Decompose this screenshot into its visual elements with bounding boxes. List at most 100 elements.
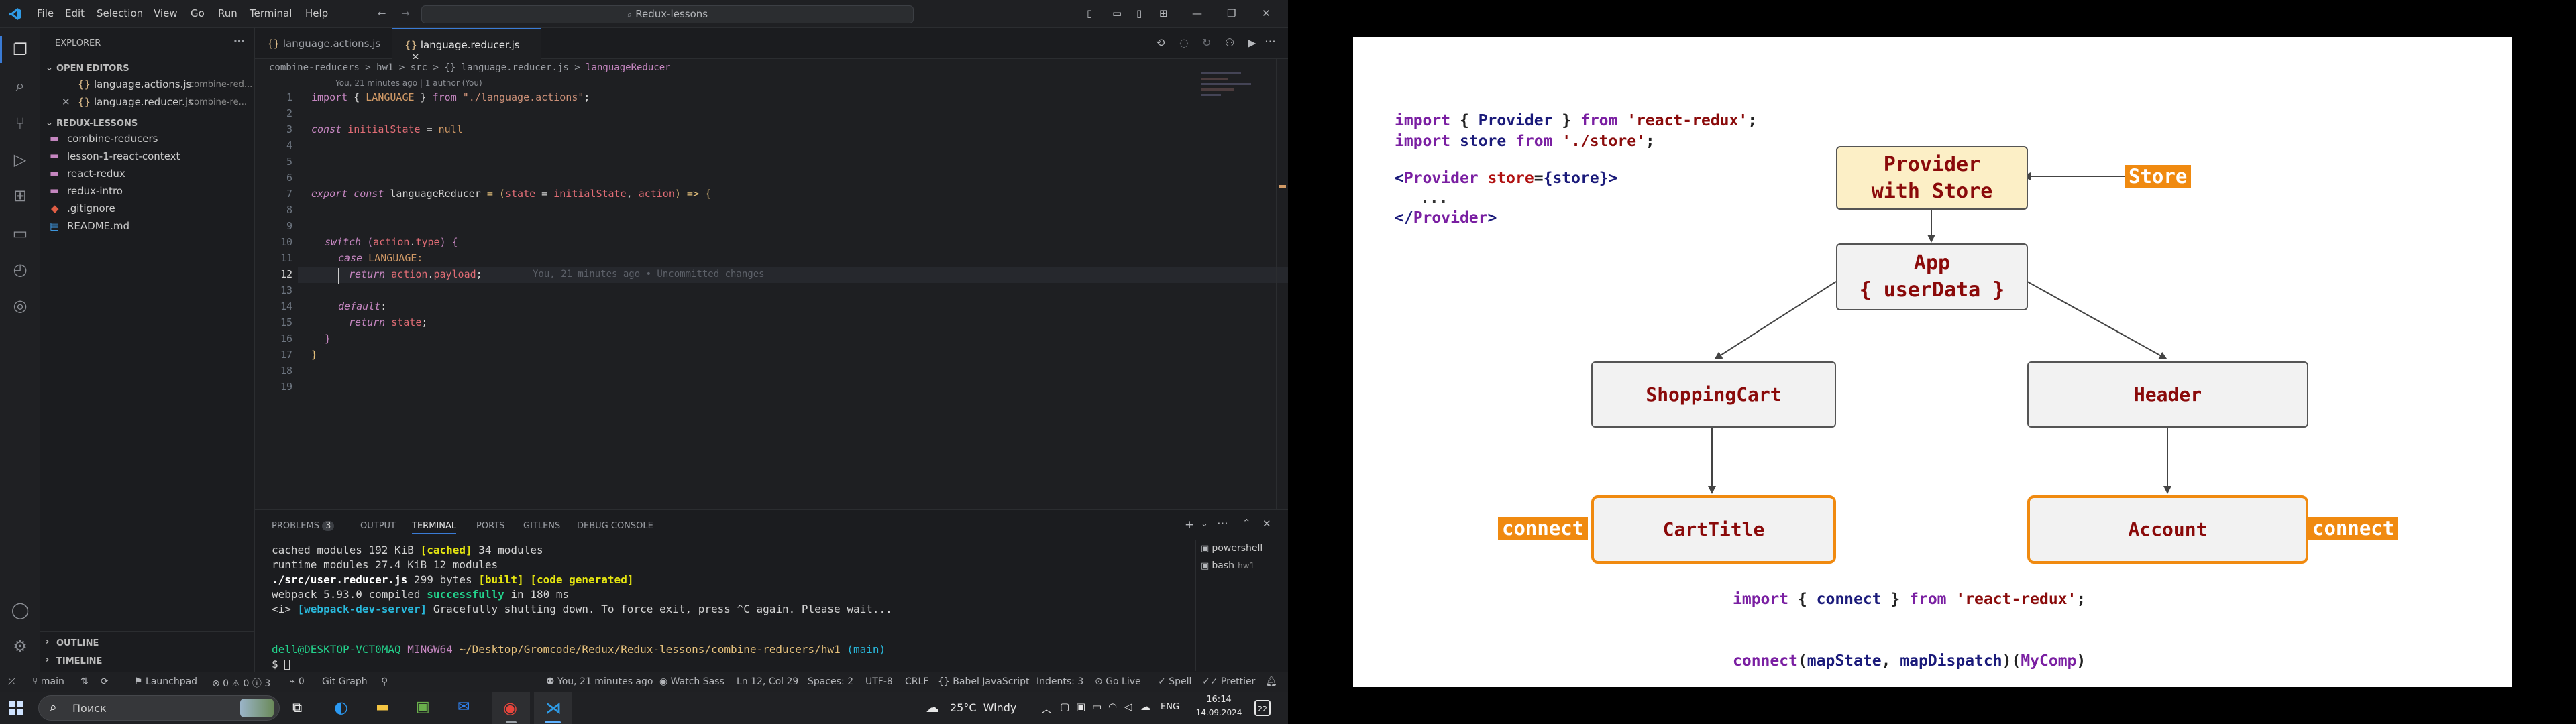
close-window-icon[interactable]: ✕ [1262,7,1271,19]
nav-back-icon[interactable]: ← [378,7,386,19]
explorer-icon[interactable]: ❐ [9,39,31,60]
sync-icon[interactable]: ⇅ [80,676,89,687]
tab-output[interactable]: OUTPUT [360,521,396,531]
store-icon[interactable]: ▣ [416,699,430,715]
weather-text[interactable]: 25°C Windy [950,701,1016,714]
settings-gear-icon[interactable]: ⚙ [9,636,31,657]
menu-help[interactable]: Help [305,7,328,19]
cloud-sync-icon[interactable]: ☁ [1140,701,1150,713]
sync-status-icon[interactable]: ⟳ [101,676,109,687]
command-search-box[interactable]: ⌕ Redux-lessons [421,5,914,23]
more-actions-icon[interactable]: ⋯ [233,35,245,48]
new-terminal-icon[interactable]: + [1185,518,1194,532]
customize-layout-icon[interactable]: ⊞ [1159,7,1168,19]
blame-indicator[interactable]: ⚉ You, 21 minutes ago [546,676,653,687]
toggle-panel-icon[interactable]: ▭ [1112,7,1122,19]
timeline-header[interactable]: TIMELINE [56,656,102,666]
tab-debug-console[interactable]: DEBUG CONSOLE [577,521,653,531]
problems-indicator[interactable]: ⊗ 0 ⚠ 0 ⓘ 3 [212,676,270,690]
source-control-icon[interactable]: ⑂ [9,113,31,134]
open-editors-header[interactable]: OPEN EDITORS [56,64,129,74]
watch-sass-button[interactable]: ◉ Watch Sass [659,676,724,687]
clock-time[interactable]: 16:14 [1197,695,1241,705]
menu-file[interactable]: File [37,7,54,19]
gitlens-compare-icon[interactable]: ⚇ [1225,36,1234,49]
remote-indicator-icon[interactable]: ⤫ [8,676,15,687]
volume-icon[interactable]: ◁ [1124,701,1132,713]
search-icon[interactable]: ⌕ [9,75,31,97]
vscode-taskbar-button[interactable]: ⋊ [534,692,572,724]
indentation-indicator[interactable]: Spaces: 2 [808,676,853,687]
toggle-sidebar-icon[interactable]: ▯ [1087,7,1092,19]
close-panel-icon[interactable]: ✕ [1263,518,1271,530]
tab-ports[interactable]: PORTS [476,521,504,531]
codelens-authors[interactable]: You, 21 minutes ago | 1 author (You) [335,78,482,88]
file-explorer-icon[interactable]: ▬ [376,699,390,715]
tree-file-item[interactable]: ◆ .gitignore [40,200,255,218]
taskbar-search-box[interactable]: ⌕ Поиск [38,695,280,721]
spell-check-button[interactable]: ✓ Spell [1158,676,1191,687]
close-icon[interactable]: ✕ [62,96,70,108]
tree-folder-item[interactable]: ▬ redux-intro [40,183,255,200]
branch-indicator[interactable]: ⑂ main [32,676,64,687]
eol-indicator[interactable]: CRLF [905,676,928,687]
menu-view[interactable]: View [154,7,178,19]
open-editor-item[interactable]: {} language.actions.js combine-red... [40,76,255,94]
tray-app-icon[interactable]: ▣ [1076,701,1085,713]
gitlens-blame-icon[interactable]: ⚲ [381,676,388,687]
breadcrumb-item[interactable]: languageReducer [586,62,670,73]
toggle-secondary-sidebar-icon[interactable]: ▯ [1136,7,1142,19]
breadcrumb-item[interactable]: combine-reducers [269,62,360,73]
show-hidden-icons-icon[interactable]: ︿ [1041,700,1052,716]
outline-header[interactable]: OUTLINE [56,638,99,648]
chevron-down-icon[interactable]: ⌄ [1201,519,1208,529]
wifi-icon[interactable]: ◠ [1108,701,1117,713]
indents-indicator[interactable]: Indents: 3 [1036,676,1083,687]
go-live-button[interactable]: ⊙ Go Live [1095,676,1141,687]
tray-app-icon[interactable]: ▢ [1060,701,1069,713]
account-icon[interactable]: ◯ [9,599,31,621]
menu-edit[interactable]: Edit [65,7,85,19]
tree-folder-item[interactable]: ▬ react-redux [40,166,255,183]
menu-run[interactable]: Run [218,7,237,19]
git-graph-icon[interactable]: ◎ [9,295,31,316]
chrome-taskbar-button[interactable]: ◉ [492,692,530,724]
maximize-icon[interactable]: ❐ [1227,7,1236,19]
menu-go[interactable]: Go [191,7,205,19]
more-actions-icon[interactable]: ⋯ [1217,517,1228,530]
input-language[interactable]: ENG [1161,702,1179,712]
launchpad-button[interactable]: ⚑ Launchpad [134,676,197,687]
tab-problems[interactable]: PROBLEMS 3 [272,521,335,531]
terminal-input-line[interactable]: $ [272,658,290,670]
notifications-bell-icon[interactable]: 🔔︎ [1265,676,1277,687]
editor-scrollbar[interactable] [1276,59,1288,509]
tab-language-actions[interactable]: {} language.actions.js [255,28,392,59]
tab-terminal[interactable]: TERMINAL [412,521,457,534]
open-editor-item[interactable]: ✕ {} language.reducer.js combine-re... [40,94,255,111]
next-change-icon[interactable]: ↻ [1202,36,1211,49]
notification-center-icon[interactable]: 22 [1254,700,1271,716]
breadcrumb-item[interactable]: hw1 [376,62,393,73]
open-changes-icon[interactable]: ⟲ [1156,36,1165,49]
menu-terminal[interactable]: Terminal [250,7,292,19]
tree-folder-item[interactable]: ▬ combine-reducers [40,131,255,148]
windows-start-icon[interactable] [9,701,23,715]
ports-indicator[interactable]: ⌁ 0 [290,676,305,687]
clock-date[interactable]: 14.09.2024 [1193,708,1245,717]
inline-blame[interactable]: You, 21 minutes ago • Uncommitted change… [533,269,765,280]
breadcrumb-item[interactable]: src [411,62,427,73]
run-debug-icon[interactable]: ▷ [9,149,31,170]
maximize-panel-icon[interactable]: ⌃ [1242,517,1251,529]
encoding-indicator[interactable]: UTF-8 [865,676,893,687]
terminal-instance-powershell[interactable]: ▣ powershell [1201,541,1281,556]
weather-icon[interactable]: ☁ [926,699,939,715]
breadcrumb-item[interactable]: {} language.reducer.js [444,62,568,73]
tree-file-item[interactable]: ▤ README.md [40,218,255,235]
battery-icon[interactable]: ▭ [1092,701,1102,713]
tree-folder-item[interactable]: ▬ lesson-1-react-context [40,148,255,166]
previous-change-icon[interactable]: ◌ [1179,36,1189,49]
extensions-icon[interactable]: ⊞ [9,185,31,206]
minimap[interactable] [1201,72,1265,126]
language-mode[interactable]: {} Babel JavaScript [938,676,1029,687]
prettier-button[interactable]: ✓✓ Prettier [1202,676,1255,687]
